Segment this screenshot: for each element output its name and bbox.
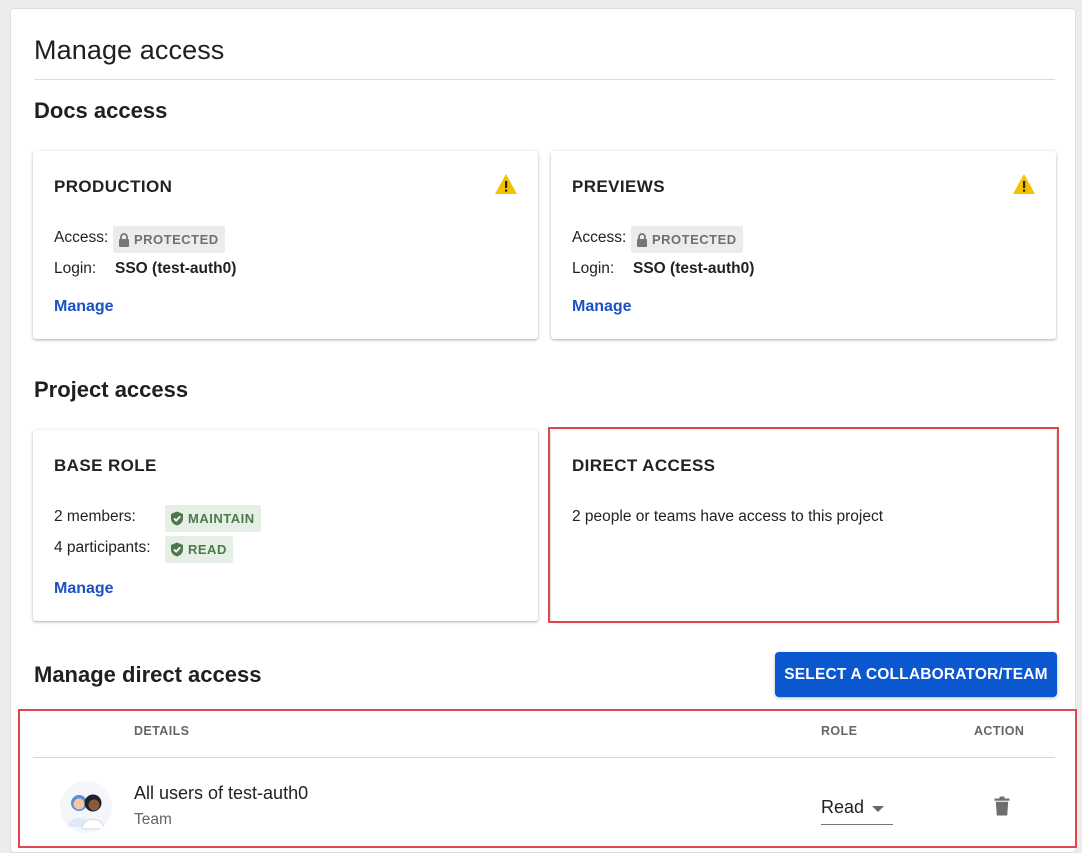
- manage-direct-access-heading: Manage direct access: [34, 662, 262, 687]
- details-column-header: DETAILS: [134, 724, 190, 738]
- maintain-badge: MAINTAIN: [165, 505, 261, 532]
- action-column-header: ACTION: [974, 724, 1025, 738]
- project-access-heading: Project access: [34, 377, 189, 402]
- manage-access-panel: Manage access Docs access PRODUCTION Acc…: [10, 8, 1077, 853]
- production-card-title: PRODUCTION: [54, 177, 173, 196]
- team-avatar-image: [60, 781, 112, 833]
- previews-card: PREVIEWS Access: PROTECTED Login: SSO (t…: [551, 151, 1056, 339]
- select-collaborator-button[interactable]: SELECT A COLLABORATOR/TEAM: [775, 652, 1057, 697]
- member-name: All users of test-auth0: [134, 783, 309, 803]
- shield-check-icon: [171, 511, 183, 526]
- base-role-manage-link[interactable]: Manage: [54, 580, 114, 598]
- protected-badge: PROTECTED: [113, 226, 225, 253]
- chevron-down-icon: [872, 806, 884, 812]
- protected-badge-label: PROTECTED: [652, 232, 737, 247]
- warning-icon: [1013, 174, 1035, 194]
- login-label: Login:: [572, 260, 615, 277]
- production-manage-link[interactable]: Manage: [54, 298, 114, 316]
- access-label: Access:: [54, 229, 109, 246]
- role-select[interactable]: Read: [821, 793, 893, 825]
- protected-badge-label: PROTECTED: [134, 232, 219, 247]
- title-divider: [34, 79, 1055, 80]
- role-select-value: Read: [821, 797, 865, 817]
- members-label: 2 members:: [54, 508, 136, 525]
- direct-access-card: DIRECT ACCESS 2 people or teams have acc…: [551, 430, 1056, 621]
- lock-icon: [119, 232, 129, 247]
- direct-access-title: DIRECT ACCESS: [572, 456, 716, 475]
- maintain-badge-label: MAINTAIN: [188, 511, 255, 526]
- direct-access-summary: 2 people or teams have access to this pr…: [572, 508, 884, 525]
- previews-card-title: PREVIEWS: [572, 177, 665, 196]
- read-badge-label: READ: [188, 542, 227, 557]
- login-value: SSO (test-auth0): [115, 260, 237, 277]
- login-value: SSO (test-auth0): [633, 260, 755, 277]
- base-role-card: BASE ROLE 2 members: MAINTAIN 4 particip…: [33, 430, 538, 621]
- base-role-title: BASE ROLE: [54, 456, 157, 475]
- trash-icon: [994, 796, 1010, 816]
- page-title: Manage access: [34, 35, 225, 65]
- delete-button[interactable]: [989, 793, 1015, 819]
- shield-check-icon: [171, 542, 183, 557]
- warning-icon: [495, 174, 517, 194]
- access-label: Access:: [572, 229, 627, 246]
- docs-access-heading: Docs access: [34, 98, 168, 123]
- table-header-divider: [33, 757, 1055, 758]
- previews-manage-link[interactable]: Manage: [572, 298, 632, 316]
- protected-badge: PROTECTED: [631, 226, 743, 253]
- role-column-header: ROLE: [821, 724, 858, 738]
- production-card: PRODUCTION Access: PROTECTED Login: SSO …: [33, 151, 538, 339]
- team-avatar: [60, 781, 112, 833]
- participants-label: 4 participants:: [54, 539, 151, 556]
- lock-icon: [637, 232, 647, 247]
- member-type: Team: [134, 811, 172, 828]
- login-label: Login:: [54, 260, 97, 277]
- read-badge: READ: [165, 536, 233, 563]
